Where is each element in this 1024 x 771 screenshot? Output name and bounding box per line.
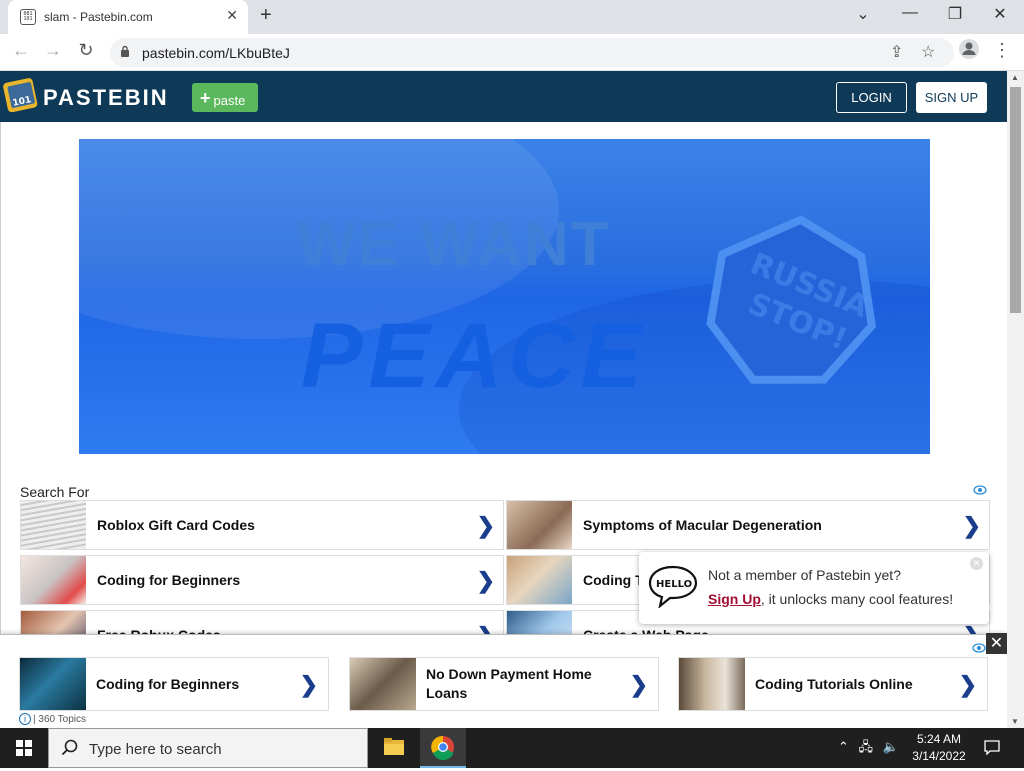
address-bar[interactable]: pastebin.com/LKbuBteJ ⇪ ☆ [110,38,954,67]
close-tab-icon[interactable]: ✕ [226,7,238,24]
chrome-taskbar-icon[interactable] [420,728,466,768]
ad-label: Coding for Beginners [96,676,240,692]
chrome-icon [431,735,454,761]
brand-name[interactable]: PASTEBIN [43,85,169,111]
chevron-right-icon: ❯ [958,672,977,697]
bottom-ad-item[interactable]: No Down Payment Home Loans ❯ [349,657,659,711]
hello-speech-bubble-icon: HELLO [648,565,698,608]
signup-button[interactable]: SIGN UP [916,82,987,113]
tab-title: slam - Pastebin.com [44,10,153,24]
ad-thumbnail [20,658,86,710]
chevron-right-icon: ❯ [629,672,648,697]
chevron-right-icon: ❯ [962,513,981,538]
popup-close-icon[interactable]: ✕ [970,557,983,570]
minimize-button[interactable]: — [890,4,930,22]
banner-line1: WE WANT [297,210,611,279]
search-icon [61,739,78,756]
banner-line2: PEACE [301,305,648,407]
result-label: Coding for Beginners [97,572,241,588]
hello-text: HELLO [656,579,692,590]
system-tray: ⌃ 🖧 🔈 [838,738,899,760]
pastebin-logo-icon[interactable]: 101 [3,76,39,112]
share-icon[interactable]: ⇪ [890,42,903,62]
search-result-row[interactable]: Roblox Gift Card Codes ❯ [20,500,504,550]
bookmark-star-icon[interactable]: ☆ [921,42,935,62]
popup-line2: Sign Up, it unlocks many cool features! [708,591,953,607]
result-thumbnail [507,501,572,549]
search-result-row[interactable]: Symptoms of Macular Degeneration ❯ [506,500,990,550]
popup-signup-link[interactable]: Sign Up [708,591,761,607]
ad-label: Coding Tutorials Online [755,676,913,692]
topics-count: i | 360 Topics [19,713,86,725]
scrollbar-thumb[interactable] [1010,87,1021,313]
network-icon[interactable]: 🖧 [859,739,874,754]
tab-search-icon[interactable]: ⌄ [843,4,883,24]
lock-icon [121,45,129,57]
stop-sign-icon: RUSSIA STOP! [706,215,877,384]
restore-button[interactable]: ❐ [935,4,975,24]
navigation-bar: ← → ↻ pastebin.com/LKbuBteJ ⇪ ☆ ⋮ [0,34,1024,71]
taskbar: Type here to search ⌃ 🖧 🔈 5:24 AM 3/14/2… [0,728,1024,768]
notification-icon[interactable] [984,739,1000,755]
bottom-ad-item[interactable]: Coding Tutorials Online ❯ [678,657,988,711]
result-thumbnail [21,501,86,549]
login-button[interactable]: LOGIN [836,82,907,113]
bottom-ad-bar: Coding for Beginners ❯ No Down Payment H… [0,634,1007,728]
close-window-button[interactable]: ✕ [980,4,1020,24]
info-icon[interactable]: i [19,713,31,725]
taskbar-search-placeholder: Type here to search [89,741,222,758]
topics-text: | 360 Topics [33,714,87,725]
search-for-heading: Search For [20,484,90,500]
forward-arrow-icon[interactable]: → [41,40,65,61]
ad-choices-eye-icon[interactable] [973,484,987,496]
ad-label: No Down Payment Home Loans [426,666,592,701]
volume-icon[interactable]: 🔈 [883,739,899,754]
tab-strip: 001 101 slam - Pastebin.com ✕ + ⌄ — ❐ ✕ [0,0,1024,34]
result-label: Coding T [583,572,644,588]
browser-tab[interactable]: 001 101 slam - Pastebin.com ✕ [8,0,248,34]
bottom-ad-item[interactable]: Coding for Beginners ❯ [19,657,329,711]
ad-thumbnail [679,658,745,710]
peace-banner[interactable]: WE WANT PEACE RUSSIA STOP! [79,139,930,454]
plus-icon: + [200,88,211,108]
result-thumbnail [21,556,86,604]
result-thumbnail [507,556,572,604]
result-label: Roblox Gift Card Codes [97,517,255,533]
popup-line2-text: , it unlocks many cool features! [760,591,954,607]
scroll-up-arrow-icon[interactable]: ▲ [1011,73,1019,82]
clock-time: 5:24 AM [916,732,962,746]
url-text: pastebin.com/LKbuBteJ [142,45,290,61]
signup-popup: HELLO Not a member of Pastebin yet? Sign… [639,552,989,624]
result-label: Symptoms of Macular Degeneration [583,517,822,533]
chevron-right-icon: ❯ [476,513,495,538]
page-scrollbar[interactable]: ▲ ▼ [1007,71,1024,728]
search-result-row[interactable]: Coding for Beginners ❯ [20,555,504,605]
popup-line1: Not a member of Pastebin yet? [708,567,901,583]
site-header: 101 PASTEBIN + paste LOGIN SIGN UP [0,71,1007,122]
file-explorer-icon[interactable] [372,728,416,768]
clock[interactable]: 5:24 AM 3/14/2022 [904,731,974,765]
profile-avatar-icon[interactable] [957,38,981,65]
pastebin-favicon-icon: 001 101 [20,9,36,25]
reload-icon[interactable]: ↻ [74,40,98,61]
browser-menu-icon[interactable]: ⋮ [990,40,1014,61]
back-arrow-icon[interactable]: ← [9,40,33,61]
chevron-right-icon: ❯ [299,672,318,697]
close-ad-button[interactable]: ✕ [986,633,1007,654]
new-tab-button[interactable]: + [260,4,272,27]
chevron-right-icon: ❯ [476,568,495,593]
ad-thumbnail [350,658,416,710]
clock-date: 3/14/2022 [912,749,966,763]
ad-choices-eye-icon[interactable] [972,642,986,654]
tray-chevron-up-icon[interactable]: ⌃ [838,739,849,754]
taskbar-search-box[interactable]: Type here to search [48,728,368,768]
scroll-down-arrow-icon[interactable]: ▼ [1011,717,1019,726]
windows-start-icon[interactable] [0,728,48,768]
paste-label: paste [213,93,246,108]
new-paste-button[interactable]: + paste [192,83,258,112]
